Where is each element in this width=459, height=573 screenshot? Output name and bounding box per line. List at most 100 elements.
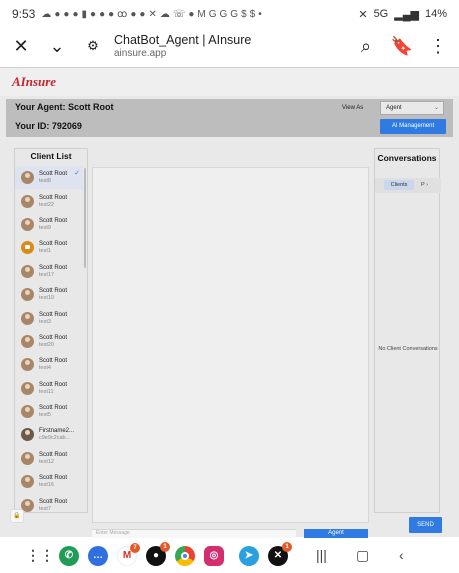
- chrome-app-icon[interactable]: [175, 545, 195, 566]
- messages-app-icon[interactable]: …: [88, 545, 108, 566]
- instagram-app-icon[interactable]: ◎: [204, 545, 224, 566]
- client-item[interactable]: Scott Root test10: [15, 283, 83, 306]
- client-item[interactable]: Scott Root test22: [15, 189, 83, 212]
- client-item[interactable]: Scott Root test9: [15, 213, 83, 236]
- client-name: Scott Root: [39, 171, 68, 178]
- client-name: Scott Root: [39, 264, 68, 271]
- back-button[interactable]: ‹: [399, 547, 404, 563]
- agent-button[interactable]: Agent: [304, 529, 368, 538]
- recents-button[interactable]: |||: [316, 547, 327, 563]
- x-app-icon[interactable]: ✕ 1: [268, 541, 292, 566]
- client-item[interactable]: Scott Root test5: [15, 400, 83, 423]
- avatar: [21, 264, 34, 278]
- page-url[interactable]: ainsure.app: [114, 48, 251, 59]
- site-content: AInsure Your Agent: Scott Root Your ID: …: [0, 67, 459, 538]
- client-name: Scott Root: [39, 475, 68, 482]
- client-item[interactable]: Scott Root test7: [15, 493, 83, 514]
- client-item[interactable]: Scott Root test20: [15, 330, 83, 353]
- more-icon[interactable]: ⋮: [427, 35, 449, 57]
- bookmark-icon[interactable]: 🔖: [391, 35, 413, 57]
- client-username: test9: [39, 224, 51, 231]
- client-name: Scott Root: [39, 288, 68, 295]
- phone-app-icon[interactable]: ✆: [59, 545, 79, 566]
- telegram-app-icon[interactable]: ➤: [239, 545, 259, 566]
- avatar: [21, 451, 34, 465]
- client-name: Firstname2...: [39, 428, 75, 435]
- chevron-right-icon: ›: [426, 182, 428, 188]
- apps-grid-icon[interactable]: ⋮⋮: [26, 546, 54, 566]
- client-username: test12: [39, 458, 54, 465]
- chevron-down-icon[interactable]: ⌄: [46, 35, 68, 57]
- client-username: test22: [39, 201, 54, 208]
- client-name: Scott Root: [39, 217, 68, 224]
- message-input[interactable]: Enter Message: [92, 529, 296, 538]
- client-list: Scott Root test8 ✓ Scott Root test22 Scott…: [15, 166, 83, 514]
- avatar: [21, 381, 34, 395]
- client-name: Scott Root: [39, 451, 68, 458]
- client-name: Scott Root: [39, 358, 68, 365]
- client-username: test10: [39, 295, 54, 302]
- avatar: [21, 171, 34, 185]
- avatar: [21, 334, 34, 348]
- browser-toolbar: ✕ ⌄ ⚙ ChatBot_Agent | AInsure ainsure.ap…: [0, 28, 459, 64]
- close-icon[interactable]: ✕: [10, 35, 32, 57]
- client-username: test20: [39, 341, 54, 348]
- avatar: [21, 241, 34, 255]
- client-list-scrollbar[interactable]: [84, 168, 86, 268]
- client-list-panel: Client List Scott Root test8 ✓ Scott Root…: [14, 148, 88, 513]
- client-username: test7: [39, 505, 51, 512]
- facebook-icon: ●: [188, 8, 195, 20]
- battery-saver-icon: ▮: [81, 8, 88, 20]
- role-select[interactable]: Agent ⌄: [380, 101, 444, 115]
- client-name: Scott Root: [39, 334, 68, 341]
- check-icon: ✓: [74, 170, 80, 177]
- client-item[interactable]: Scott Root test3: [15, 306, 83, 329]
- gmail-icon: M: [197, 8, 206, 20]
- ainsure-logo[interactable]: AInsure: [12, 74, 56, 90]
- gmail-badge: 7: [130, 542, 140, 553]
- messenger-icon: ●: [54, 8, 61, 20]
- avatar: [21, 311, 34, 325]
- avatar: [21, 475, 34, 489]
- onlyfans-app-icon[interactable]: ● 1: [146, 541, 170, 566]
- client-item[interactable]: Scott Root test4: [15, 353, 83, 376]
- agent-header: Your Agent: Scott Root Your ID: 792069 V…: [6, 99, 453, 137]
- client-username: test3: [39, 318, 51, 325]
- conversations-panel: Conversations Clients P › No Client Conv…: [374, 148, 441, 513]
- client-username: test16: [39, 482, 54, 489]
- facebook-icon: ●: [130, 8, 137, 20]
- facebook-icon: ●: [108, 8, 115, 20]
- client-item[interactable]: Scott Root test11: [15, 377, 83, 400]
- gmail-app-icon[interactable]: M7: [117, 542, 140, 566]
- ai-management-button[interactable]: AI Management: [380, 119, 446, 134]
- client-item[interactable]: Scott Root test1: [15, 236, 83, 259]
- tab-more-label: P: [421, 182, 425, 188]
- site-settings-icon[interactable]: ⚙: [82, 35, 104, 57]
- client-username: test4: [39, 365, 51, 372]
- search-icon[interactable]: ⌕: [355, 35, 377, 57]
- client-item[interactable]: Firstname2... c9e9c2cab...: [15, 423, 83, 446]
- client-item[interactable]: Scott Root test16: [15, 470, 83, 493]
- avatar: [21, 405, 34, 419]
- send-button[interactable]: SEND: [409, 517, 442, 533]
- client-username: test17: [39, 271, 54, 278]
- chat-area: [92, 167, 369, 523]
- avatar: [21, 428, 34, 442]
- battery-label: 14%: [424, 8, 447, 20]
- lock-icon[interactable]: 🔒: [10, 509, 24, 523]
- client-item[interactable]: Scott Root test17: [15, 260, 83, 283]
- tab-more[interactable]: P ›: [421, 180, 428, 190]
- client-item[interactable]: Scott Root test8 ✓: [15, 166, 83, 190]
- tab-clients[interactable]: Clients: [384, 180, 414, 190]
- home-button[interactable]: ▢: [356, 547, 369, 564]
- conversation-tabs: Clients P ›: [375, 178, 441, 193]
- android-nav-bar: ⋮⋮ ✆ … M7 ● 1 ◎ ➤ ✕ 1: [0, 538, 459, 573]
- client-name: Scott Root: [39, 498, 68, 505]
- page-title: ChatBot_Agent | AInsure: [114, 33, 252, 47]
- x-badge: 1: [282, 541, 292, 552]
- facebook-icon: ●: [90, 8, 97, 20]
- client-username: test11: [39, 388, 54, 395]
- google-icon: G: [230, 8, 239, 20]
- no-conversations-text: No Client Conversations: [378, 346, 438, 352]
- client-item[interactable]: Scott Root test12: [15, 447, 83, 470]
